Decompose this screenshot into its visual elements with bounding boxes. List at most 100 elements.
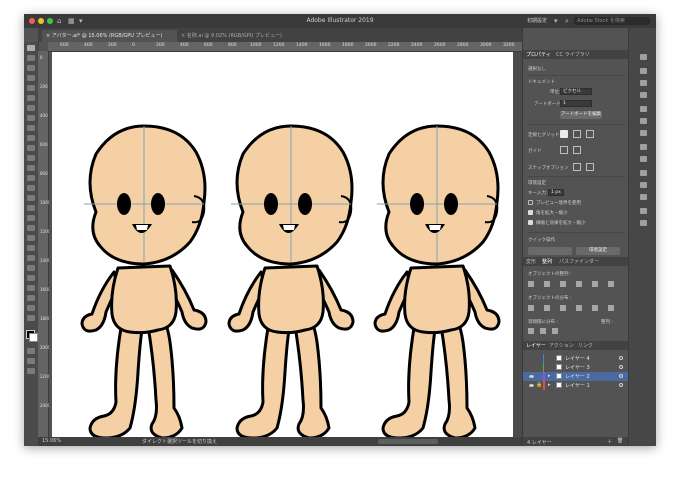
snap-pixel-icon[interactable] xyxy=(586,163,594,171)
symbol-sprayer-tool-icon[interactable] xyxy=(27,265,35,271)
blend-tool-icon[interactable] xyxy=(27,255,35,261)
layer-target-icon[interactable] xyxy=(619,365,623,369)
pencil-tool-icon[interactable] xyxy=(27,145,35,151)
hand-tool-icon[interactable] xyxy=(27,305,35,311)
guides-toggle-icon[interactable] xyxy=(560,146,568,154)
distribute-buttons-row[interactable] xyxy=(528,305,624,311)
width-tool-icon[interactable] xyxy=(27,185,35,191)
pen-tool-icon[interactable] xyxy=(27,85,35,91)
preferences-button[interactable]: 環境設定 xyxy=(576,247,620,255)
preview-bounds-checkbox[interactable] xyxy=(528,200,533,205)
layers-panel-icon[interactable] xyxy=(640,208,647,214)
paragraph-panel-icon[interactable] xyxy=(640,182,647,188)
stroke-swatch[interactable] xyxy=(29,333,38,342)
eyedropper-tool-icon[interactable] xyxy=(27,245,35,251)
vertical-ruler[interactable]: 0 200 400 600 800 1000 1200 1400 1600 18… xyxy=(38,51,50,437)
expand-arrow-icon[interactable]: ▸ xyxy=(548,373,551,379)
key-increment-input[interactable]: 1 px xyxy=(548,189,564,196)
artboard-tool-icon[interactable] xyxy=(27,285,35,291)
swatches-panel-icon[interactable] xyxy=(640,68,647,74)
stroke-panel-icon[interactable] xyxy=(640,106,647,112)
distribute-spacing-buttons[interactable] xyxy=(528,328,558,334)
shape-builder-tool-icon[interactable] xyxy=(27,205,35,211)
close-icon[interactable]: × xyxy=(46,33,50,39)
tab-actions[interactable]: アクション xyxy=(549,342,574,349)
avatar-figure-2[interactable] xyxy=(227,124,355,440)
direct-selection-tool-icon[interactable] xyxy=(27,55,35,61)
layer-target-icon[interactable] xyxy=(619,374,623,378)
edit-artboard-button[interactable]: アートボードを編集 xyxy=(560,111,602,119)
gradient-tool-icon[interactable] xyxy=(27,235,35,241)
tab-links[interactable]: リンク xyxy=(578,342,593,349)
delete-layer-icon[interactable]: 🗑 xyxy=(617,438,623,444)
color-panel-icon[interactable] xyxy=(640,54,647,60)
symbols-panel-icon[interactable] xyxy=(640,92,647,98)
layer-target-icon[interactable] xyxy=(619,383,623,387)
scale-strokes-checkbox[interactable] xyxy=(528,220,533,225)
align-buttons-row[interactable] xyxy=(528,281,624,287)
tab-properties[interactable]: プロパティ xyxy=(526,51,551,58)
grid-toggle-icon[interactable] xyxy=(573,130,581,138)
lasso-tool-icon[interactable] xyxy=(27,75,35,81)
eye-icon[interactable] xyxy=(529,384,534,387)
tab-cc-libraries[interactable]: CC ライブラリ xyxy=(556,51,590,58)
layer-name[interactable]: レイヤー 3 xyxy=(565,364,590,371)
rectangle-tool-icon[interactable] xyxy=(27,125,35,131)
appearance-panel-icon[interactable] xyxy=(640,144,647,150)
close-icon[interactable]: × xyxy=(181,33,185,39)
scale-tool-icon[interactable] xyxy=(27,175,35,181)
screen-mode-icon[interactable] xyxy=(27,358,35,364)
character-panel-icon[interactable] xyxy=(640,170,647,176)
brushes-panel-icon[interactable] xyxy=(640,80,647,86)
artboards-panel-icon[interactable] xyxy=(640,220,647,226)
artboard-select[interactable]: 1 xyxy=(560,100,592,107)
paintbrush-tool-icon[interactable] xyxy=(27,135,35,141)
lock-icon[interactable]: 🔒 xyxy=(536,382,542,388)
vertical-scrollbar[interactable] xyxy=(513,52,522,437)
expand-arrow-icon[interactable]: ▸ xyxy=(548,382,551,388)
tab-align[interactable]: 整列 xyxy=(542,258,552,265)
document-setup-button[interactable] xyxy=(528,247,572,255)
gradient-panel-icon[interactable] xyxy=(640,118,647,124)
eye-icon[interactable] xyxy=(529,375,534,378)
edit-toolbar-icon[interactable] xyxy=(27,368,35,374)
layer-row[interactable]: レイヤー 4 xyxy=(523,354,629,363)
workspace-chevron-icon[interactable]: ▾ xyxy=(554,17,558,25)
layer-name[interactable]: レイヤー 2 xyxy=(565,373,590,380)
free-transform-tool-icon[interactable] xyxy=(27,195,35,201)
line-tool-icon[interactable] xyxy=(27,115,35,121)
slice-tool-icon[interactable] xyxy=(27,295,35,301)
pixel-grid-toggle-icon[interactable] xyxy=(586,130,594,138)
graphic-styles-panel-icon[interactable] xyxy=(640,156,647,162)
opentype-panel-icon[interactable] xyxy=(640,194,647,200)
adobe-stock-search[interactable]: Adobe Stock を検索 xyxy=(574,17,650,25)
horizontal-ruler[interactable]: 600 400 200 0 200 400 600 800 1000 1200 … xyxy=(48,42,522,52)
layer-row-selected[interactable]: ▸ レイヤー 2 xyxy=(523,372,629,381)
rotate-tool-icon[interactable] xyxy=(27,165,35,171)
layer-name[interactable]: レイヤー 4 xyxy=(565,355,590,362)
tab-pathfinder[interactable]: パスファインダー xyxy=(559,258,599,265)
lock-guides-icon[interactable] xyxy=(573,146,581,154)
layer-name[interactable]: レイヤー 1 xyxy=(565,382,590,389)
canvas-area[interactable] xyxy=(49,52,522,440)
draw-mode-icon[interactable] xyxy=(27,348,35,354)
ruler-toggle-icon[interactable] xyxy=(560,130,568,138)
avatar-figure-1[interactable] xyxy=(80,124,208,440)
transparency-panel-icon[interactable] xyxy=(640,130,647,136)
avatar-figure-3[interactable] xyxy=(373,124,501,440)
tab-avatar[interactable]: × アバター.ai* @ 15.06% (RGB/GPU プレビュー) xyxy=(42,30,177,42)
mesh-tool-icon[interactable] xyxy=(27,225,35,231)
tab-other[interactable]: × 名称.ai @ 9.02% (RGB/GPU プレビュー) xyxy=(177,30,312,42)
layer-row[interactable]: 🔒 ▸ レイヤー 1 xyxy=(523,381,629,390)
new-layer-icon[interactable]: ＋ xyxy=(607,438,612,445)
type-tool-icon[interactable] xyxy=(27,105,35,111)
perspective-grid-tool-icon[interactable] xyxy=(27,215,35,221)
graph-tool-icon[interactable] xyxy=(27,275,35,281)
unit-select[interactable]: ピクセル xyxy=(560,88,592,95)
zoom-tool-icon[interactable] xyxy=(27,315,35,321)
layer-row[interactable]: レイヤー 3 xyxy=(523,363,629,372)
eraser-tool-icon[interactable] xyxy=(27,155,35,161)
layer-target-icon[interactable] xyxy=(619,356,623,360)
scale-corners-checkbox[interactable] xyxy=(528,210,533,215)
snap-point-icon[interactable] xyxy=(573,163,581,171)
